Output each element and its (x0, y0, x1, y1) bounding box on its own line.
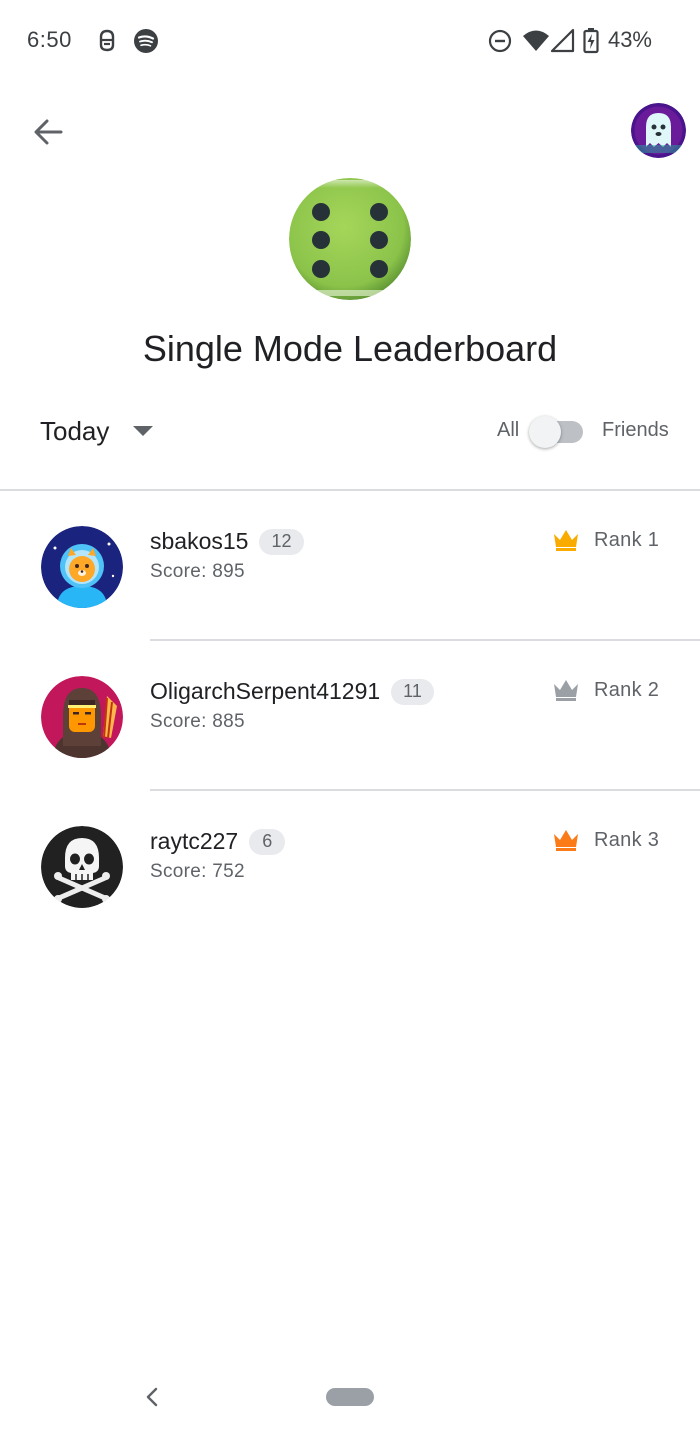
leaderboard-row[interactable]: OligarchSerpent41291 11 Score: 885 Rank … (0, 641, 700, 791)
player-name-group: sbakos15 12 (150, 528, 304, 555)
leaderboard-row[interactable]: raytc227 6 Score: 752 Rank 3 (0, 791, 700, 941)
player-name: sbakos15 (150, 528, 249, 554)
player-name: raytc227 (150, 828, 239, 854)
level-badge: 11 (391, 678, 434, 705)
scope-friends-label: Friends (602, 419, 669, 441)
skull-avatar-icon (41, 826, 123, 908)
battery-percent: 43% (607, 27, 652, 52)
toggle-thumb (529, 416, 561, 448)
profile-avatar[interactable] (631, 103, 686, 158)
scope-all-label: All (497, 419, 520, 441)
status-time: 6:50 (27, 27, 72, 52)
nav-back-icon (146, 1387, 158, 1407)
status-bar: 6:50 43% (0, 0, 700, 84)
arrow-back-icon (34, 119, 63, 145)
notification-icon (96, 28, 118, 59)
nav-back-button[interactable] (138, 1382, 166, 1412)
rank-label: Rank 2 (594, 678, 660, 701)
rank-label: Rank 3 (594, 828, 660, 851)
rank-group: Rank 2 (552, 678, 659, 702)
cell-signal-icon (550, 28, 575, 59)
ghost-avatar-icon (631, 103, 686, 158)
player-score: Score: 895 (150, 561, 245, 582)
level-badge: 12 (259, 528, 304, 555)
leaderboard-screen: 6:50 43% Single Mode Leaderboard Today A… (0, 0, 700, 1438)
gold-crown-icon (554, 530, 578, 551)
time-range-dropdown[interactable]: Today (26, 404, 167, 458)
rank-group: Rank 1 (552, 528, 659, 552)
bronze-crown-icon (554, 830, 578, 851)
battery-charging-icon (583, 28, 599, 59)
friends-toggle[interactable] (527, 413, 587, 451)
nav-home-pill[interactable] (326, 1388, 374, 1406)
rank-label: Rank 1 (594, 528, 660, 551)
avatar (41, 676, 123, 758)
player-score: Score: 752 (150, 861, 245, 882)
archer-avatar-icon (41, 676, 123, 758)
do-not-disturb-icon (488, 28, 512, 59)
game-icon (289, 178, 411, 300)
back-button[interactable] (26, 110, 70, 154)
player-score: Score: 885 (150, 711, 245, 732)
spotify-icon (133, 28, 159, 59)
green-dice-icon (289, 178, 411, 300)
time-range-label: Today (40, 415, 110, 446)
avatar (41, 526, 123, 608)
wifi-icon (522, 28, 550, 59)
level-badge: 6 (249, 828, 286, 855)
page-title: Single Mode Leaderboard (142, 328, 558, 369)
rank-group: Rank 3 (552, 828, 659, 852)
silver-crown-icon (554, 680, 578, 701)
player-name: OligarchSerpent41291 (150, 678, 381, 704)
leaderboard-row[interactable]: sbakos15 12 Score: 895 Rank 1 (0, 491, 700, 641)
player-name-group: OligarchSerpent41291 11 (150, 678, 434, 705)
player-name-group: raytc227 6 (150, 828, 286, 855)
avatar (41, 826, 123, 908)
dropdown-arrow-icon (133, 426, 154, 436)
astronaut-cat-avatar-icon (41, 526, 123, 608)
